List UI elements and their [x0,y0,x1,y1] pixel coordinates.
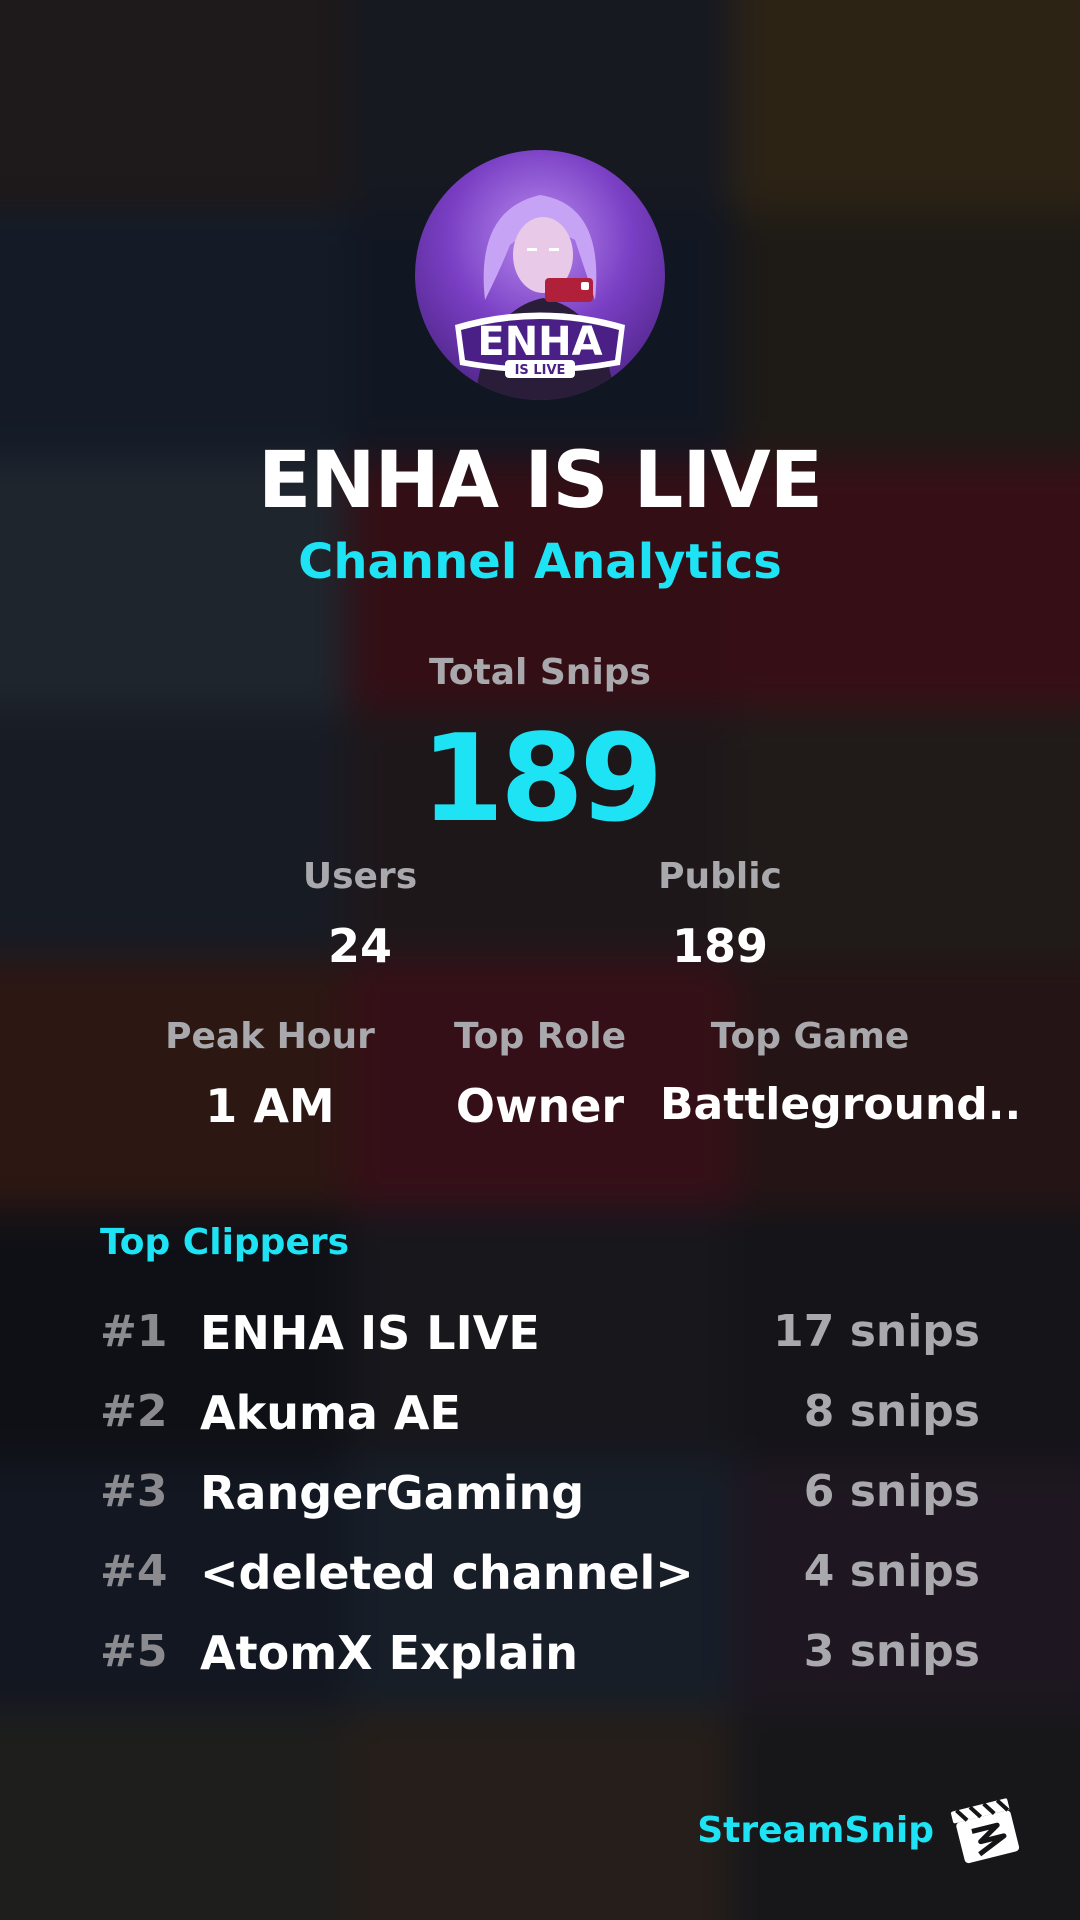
clipper-row: #5 AtomX Explain 3 snips [100,1620,980,1700]
channel-subtitle: Channel Analytics [298,534,782,590]
stat-peak-hour-label: Peak Hour [165,1016,375,1057]
total-snips-label: Total Snips [429,652,651,693]
clipper-name: AtomX Explain [200,1626,578,1680]
clipper-name: Akuma AE [200,1386,461,1440]
clipper-name: ENHA IS LIVE [200,1306,540,1360]
channel-avatar: ENHA IS LIVE [415,150,665,400]
stat-top-game-label: Top Game [710,1016,910,1057]
total-snips-value: 189 [420,710,664,849]
clipper-snip-count: 6 snips [803,1466,980,1517]
top-clippers-heading: Top Clippers [100,1222,350,1263]
stat-top-game-value: Battleground.. [660,1079,1022,1130]
stat-top-role: Top Role Owner [390,1016,690,1133]
brand-name: StreamSnip [697,1809,934,1851]
stat-public-value: 189 [671,919,769,973]
clipper-name: RangerGaming [200,1466,585,1520]
top-clippers-list: #1 ENHA IS LIVE 17 snips #2 Akuma AE 8 s… [100,1300,980,1700]
clipper-row: #3 RangerGaming 6 snips [100,1460,980,1540]
brand-footer: StreamSnip [697,1792,1024,1868]
analytics-card: ENHA IS LIVE ENHA IS LIVE Channel Analyt… [0,0,1080,1920]
stat-top-role-value: Owner [455,1079,625,1133]
clipper-row: #1 ENHA IS LIVE 17 snips [100,1300,980,1380]
channel-title: ENHA IS LIVE [257,436,823,526]
clipper-snip-count: 3 snips [803,1626,980,1677]
clipper-rank: #1 [100,1306,168,1357]
clipper-row: #2 Akuma AE 8 snips [100,1380,980,1460]
stat-peak-hour-value: 1 AM [205,1079,335,1133]
clipper-row: #4 <deleted channel> 4 snips [100,1540,980,1620]
clipper-rank: #4 [100,1546,168,1597]
avatar-logo-text: ENHA [477,319,602,365]
clipper-rank: #3 [100,1466,168,1517]
stat-peak-hour: Peak Hour 1 AM [120,1016,420,1133]
clipper-snip-count: 4 snips [803,1546,980,1597]
stat-public: Public 189 [570,856,870,973]
clipper-rank: #2 [100,1386,168,1437]
clipper-rank: #5 [100,1626,168,1677]
stat-top-role-label: Top Role [453,1016,627,1057]
stat-users-value: 24 [327,919,392,973]
avatar-logo-subtext: IS LIVE [515,363,566,378]
stat-public-label: Public [658,856,782,897]
clipper-snip-count: 17 snips [773,1306,980,1357]
stat-users-label: Users [302,856,418,897]
stat-top-game: Top Game Battleground.. [660,1016,1022,1130]
clipper-name: <deleted channel> [200,1546,694,1600]
clipper-snip-count: 8 snips [803,1386,980,1437]
stat-users: Users 24 [210,856,510,973]
clapperboard-icon [951,1798,1020,1864]
